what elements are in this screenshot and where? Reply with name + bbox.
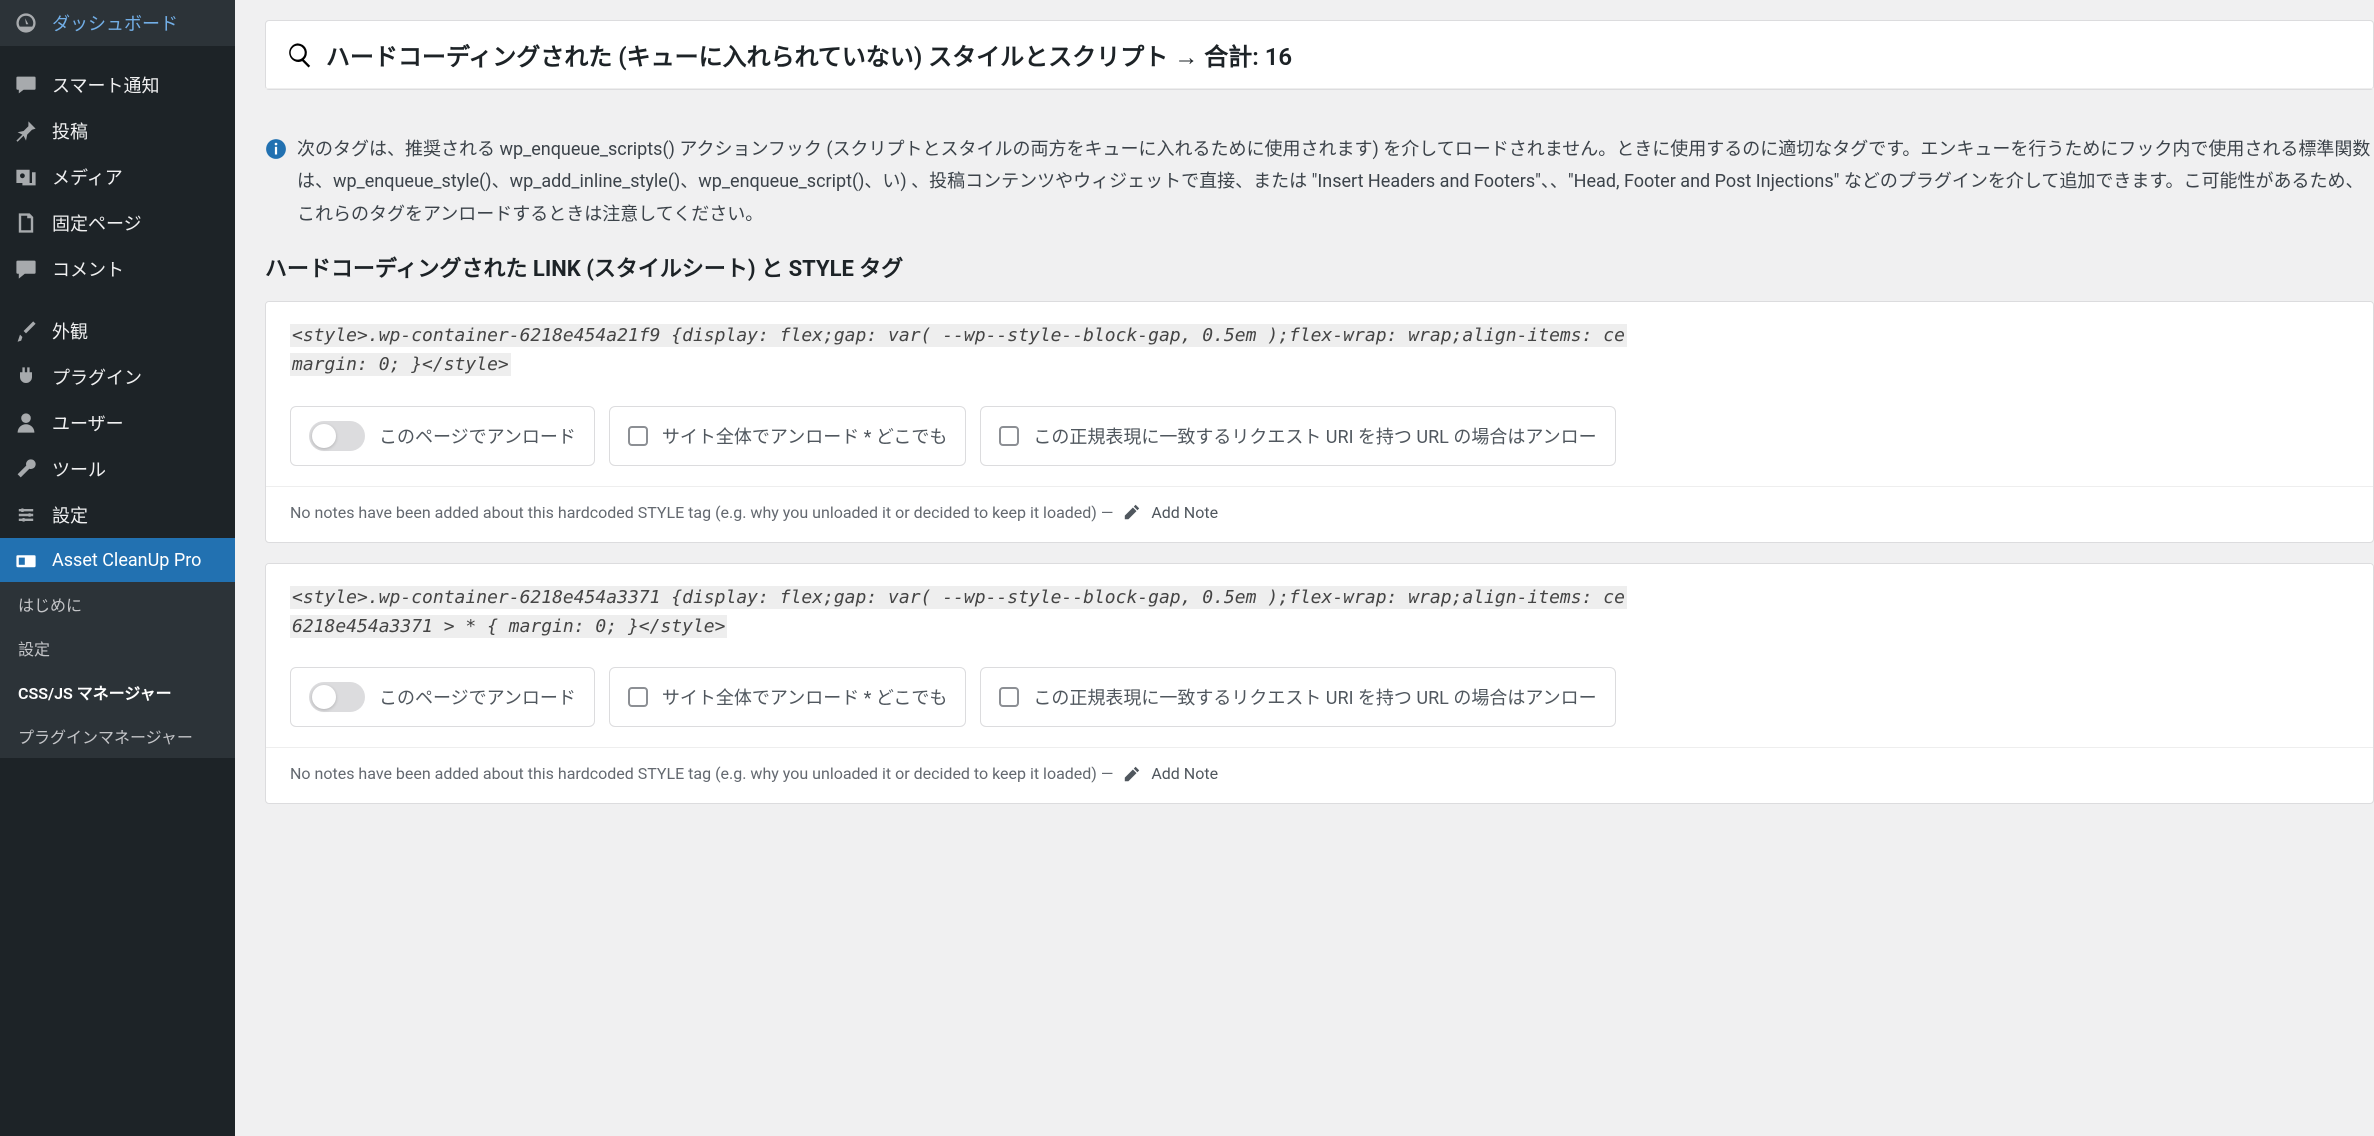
unload-site-checkbox[interactable] bbox=[628, 426, 648, 446]
sidebar-item-pages[interactable]: 固定ページ bbox=[0, 200, 235, 246]
unload-page-label: このページでアンロード bbox=[379, 423, 576, 449]
sidebar-submenu: はじめに 設定 CSS/JS マネージャー プラグインマネージャー bbox=[0, 582, 235, 758]
unload-site-label: サイト全体でアンロード * どこでも bbox=[662, 684, 947, 710]
unload-regex-control: この正規表現に一致するリクエスト URI を持つ URL の場合はアンロー bbox=[980, 667, 1615, 727]
pin-icon bbox=[14, 119, 38, 143]
unload-site-checkbox[interactable] bbox=[628, 687, 648, 707]
sidebar-item-label: 投稿 bbox=[52, 118, 88, 144]
edit-icon bbox=[1123, 765, 1141, 783]
code-line: <style>.wp-container-6218e454a21f9 {disp… bbox=[290, 324, 1627, 347]
code-snippet: <style>.wp-container-6218e454a21f9 {disp… bbox=[266, 302, 2373, 400]
sidebar-item-label: Asset CleanUp Pro bbox=[52, 550, 201, 571]
code-snippet: <style>.wp-container-6218e454a3371 {disp… bbox=[266, 564, 2373, 662]
brush-icon bbox=[14, 319, 38, 343]
media-icon bbox=[14, 165, 38, 189]
sidebar-item-label: スマート通知 bbox=[52, 72, 159, 98]
sidebar-item-tools[interactable]: ツール bbox=[0, 446, 235, 492]
dashboard-icon bbox=[14, 11, 38, 35]
code-line: <style>.wp-container-6218e454a3371 {disp… bbox=[290, 586, 1627, 609]
sidebar-item-label: ダッシュボード bbox=[52, 10, 178, 36]
sidebar-item-dashboard[interactable]: ダッシュボード bbox=[0, 0, 235, 46]
submenu-item-plugin-manager[interactable]: プラグインマネージャー bbox=[0, 714, 235, 758]
unload-controls-row: このページでアンロード サイト全体でアンロード * どこでも この正規表現に一致… bbox=[266, 400, 2373, 486]
sidebar-item-posts[interactable]: 投稿 bbox=[0, 108, 235, 154]
sidebar-item-comments[interactable]: コメント bbox=[0, 246, 235, 292]
info-paragraph: 次のタグは、推奨される wp_enqueue_scripts() アクションフッ… bbox=[265, 118, 2374, 231]
asset-icon bbox=[14, 548, 38, 572]
plug-icon bbox=[14, 365, 38, 389]
magnify-icon bbox=[286, 41, 314, 69]
sidebar-item-users[interactable]: ユーザー bbox=[0, 400, 235, 446]
panel-header[interactable]: ハードコーディングされた (キューに入れられていない) スタイルとスクリプト →… bbox=[266, 21, 2373, 89]
unload-regex-checkbox[interactable] bbox=[999, 687, 1019, 707]
submenu-item-getting-started[interactable]: はじめに bbox=[0, 582, 235, 626]
section-title: ハードコーディングされた LINK (スタイルシート) と STYLE タグ bbox=[265, 251, 2374, 283]
code-line: margin: 0; }</style> bbox=[290, 353, 511, 376]
add-note-link[interactable]: Add Note bbox=[1151, 503, 1218, 522]
unload-controls-row: このページでアンロード サイト全体でアンロード * どこでも この正規表現に一致… bbox=[266, 661, 2373, 747]
unload-on-page-control: このページでアンロード bbox=[290, 667, 595, 727]
sidebar-item-label: ユーザー bbox=[52, 410, 124, 436]
sidebar-item-label: 固定ページ bbox=[52, 210, 142, 236]
hardcoded-asset-card: <style>.wp-container-6218e454a3371 {disp… bbox=[265, 563, 2374, 805]
add-note-link[interactable]: Add Note bbox=[1151, 764, 1218, 783]
main-content: ハードコーディングされた (キューに入れられていない) スタイルとスクリプト →… bbox=[235, 0, 2374, 1136]
unload-regex-control: この正規表現に一致するリクエスト URI を持つ URL の場合はアンロー bbox=[980, 406, 1615, 466]
hardcoded-asset-card: <style>.wp-container-6218e454a21f9 {disp… bbox=[265, 301, 2374, 543]
sidebar-item-label: コメント bbox=[52, 256, 124, 282]
unload-page-toggle[interactable] bbox=[309, 682, 365, 712]
unload-regex-label: この正規表現に一致するリクエスト URI を持つ URL の場合はアンロー bbox=[1033, 684, 1596, 710]
chat-icon bbox=[14, 73, 38, 97]
sidebar-item-appearance[interactable]: 外観 bbox=[0, 308, 235, 354]
admin-sidebar: ダッシュボード スマート通知 投稿 メディア 固定ページ コメント 外観 プラグ… bbox=[0, 0, 235, 1136]
notes-text: No notes have been added about this hard… bbox=[290, 503, 1113, 522]
panel-title: ハードコーディングされた (キューに入れられていない) スタイルとスクリプト →… bbox=[326, 37, 1292, 72]
pages-icon bbox=[14, 211, 38, 235]
unload-site-wide-control: サイト全体でアンロード * どこでも bbox=[609, 406, 966, 466]
hardcoded-panel: ハードコーディングされた (キューに入れられていない) スタイルとスクリプト →… bbox=[265, 20, 2374, 90]
unload-page-toggle[interactable] bbox=[309, 421, 365, 451]
sidebar-item-label: プラグイン bbox=[52, 364, 142, 390]
sidebar-item-plugins[interactable]: プラグイン bbox=[0, 354, 235, 400]
notes-row: No notes have been added about this hard… bbox=[266, 747, 2373, 803]
unload-site-label: サイト全体でアンロード * どこでも bbox=[662, 423, 947, 449]
info-text-content: 次のタグは、推奨される wp_enqueue_scripts() アクションフッ… bbox=[297, 134, 2374, 231]
sidebar-item-label: ツール bbox=[52, 456, 106, 482]
submenu-item-css-js-manager[interactable]: CSS/JS マネージャー bbox=[0, 670, 235, 714]
sidebar-item-label: メディア bbox=[52, 164, 123, 190]
code-line: 6218e454a3371 > * { margin: 0; }</style> bbox=[290, 615, 727, 638]
sidebar-item-smart-notify[interactable]: スマート通知 bbox=[0, 62, 235, 108]
submenu-item-settings[interactable]: 設定 bbox=[0, 626, 235, 670]
sidebar-item-label: 外観 bbox=[52, 318, 88, 344]
notes-text: No notes have been added about this hard… bbox=[290, 764, 1113, 783]
unload-regex-label: この正規表現に一致するリクエスト URI を持つ URL の場合はアンロー bbox=[1033, 423, 1596, 449]
sidebar-item-label: 設定 bbox=[52, 502, 88, 528]
wrench-icon bbox=[14, 457, 38, 481]
unload-site-wide-control: サイト全体でアンロード * どこでも bbox=[609, 667, 966, 727]
sidebar-item-settings[interactable]: 設定 bbox=[0, 492, 235, 538]
sidebar-item-asset-cleanup[interactable]: Asset CleanUp Pro bbox=[0, 538, 235, 582]
info-icon bbox=[265, 138, 287, 160]
sidebar-item-media[interactable]: メディア bbox=[0, 154, 235, 200]
edit-icon bbox=[1123, 503, 1141, 521]
unload-page-label: このページでアンロード bbox=[379, 684, 576, 710]
comment-icon bbox=[14, 257, 38, 281]
notes-row: No notes have been added about this hard… bbox=[266, 486, 2373, 542]
settings-icon bbox=[14, 503, 38, 527]
unload-regex-checkbox[interactable] bbox=[999, 426, 1019, 446]
user-icon bbox=[14, 411, 38, 435]
unload-on-page-control: このページでアンロード bbox=[290, 406, 595, 466]
